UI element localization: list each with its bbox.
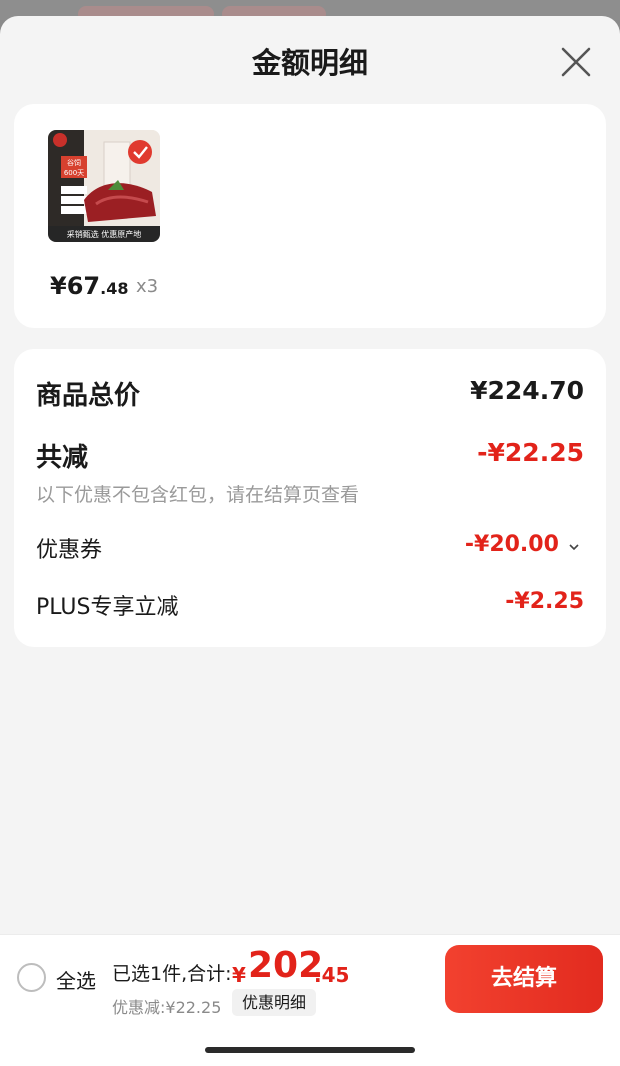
chevron-down-icon: [569, 543, 579, 550]
price-summary-card: 商品总价 ¥224.70 共减 -¥22.25 以下优惠不包含红包，请在结算页查…: [14, 349, 606, 647]
plus-label: PLUS专享立减: [36, 595, 179, 620]
coupon-row-toggle[interactable]: -¥20.00: [465, 532, 580, 557]
total-label: 商品总价: [36, 381, 141, 411]
coupon-label: 优惠券: [36, 538, 103, 563]
coupon-value: -¥20.00: [464, 532, 559, 557]
checkout-bar: 全选 已选1件,合计: ¥ 202 .45 优惠减:¥22.25 优惠明细 去结…: [0, 934, 620, 1066]
product-price: ¥67.48: [50, 272, 129, 300]
home-indicator: [205, 1047, 415, 1053]
svg-text:谷饲: 谷饲: [67, 158, 81, 167]
total-amount: 202: [248, 945, 324, 986]
selected-count: 已选1件,合计:: [112, 963, 232, 985]
total-value: ¥224.70: [470, 376, 584, 405]
sheet-title: 金额明细: [251, 46, 368, 80]
product-image[interactable]: 谷饲 600天 采销甄选 优惠原产地: [48, 130, 160, 242]
product-card: 谷饲 600天 采销甄选 优惠原产地 ¥67.48 x3: [14, 104, 606, 328]
svg-text:采销甄选 优惠原产地: 采销甄选 优惠原产地: [67, 229, 142, 239]
select-all-label[interactable]: 全选: [56, 965, 96, 994]
reduce-value: -¥22.25: [477, 438, 584, 467]
product-photo: 谷饲 600天 采销甄选 优惠原产地: [48, 130, 160, 242]
svg-text:600天: 600天: [64, 169, 84, 177]
total-decimal: .45: [314, 963, 350, 987]
close-button[interactable]: [556, 42, 596, 82]
product-quantity: x3: [136, 276, 159, 297]
amount-detail-sheet: 金额明细 谷饲 600天 采销甄选 优惠原产地 ¥67.48 x3 商品总价 ¥…: [0, 16, 620, 1066]
total-currency: ¥: [232, 963, 246, 987]
discount-note: 以下优惠不包含红包，请在结算页查看: [36, 484, 360, 506]
amount-detail-button[interactable]: 优惠明细: [232, 989, 317, 1016]
reduce-label: 共减: [36, 443, 89, 473]
checkout-button[interactable]: 去结算: [445, 945, 603, 1013]
discount-summary: 优惠减:¥22.25: [112, 998, 222, 1017]
close-icon: [561, 47, 591, 77]
select-all-checkbox[interactable]: [17, 963, 46, 992]
plus-value: -¥2.25: [505, 589, 584, 614]
